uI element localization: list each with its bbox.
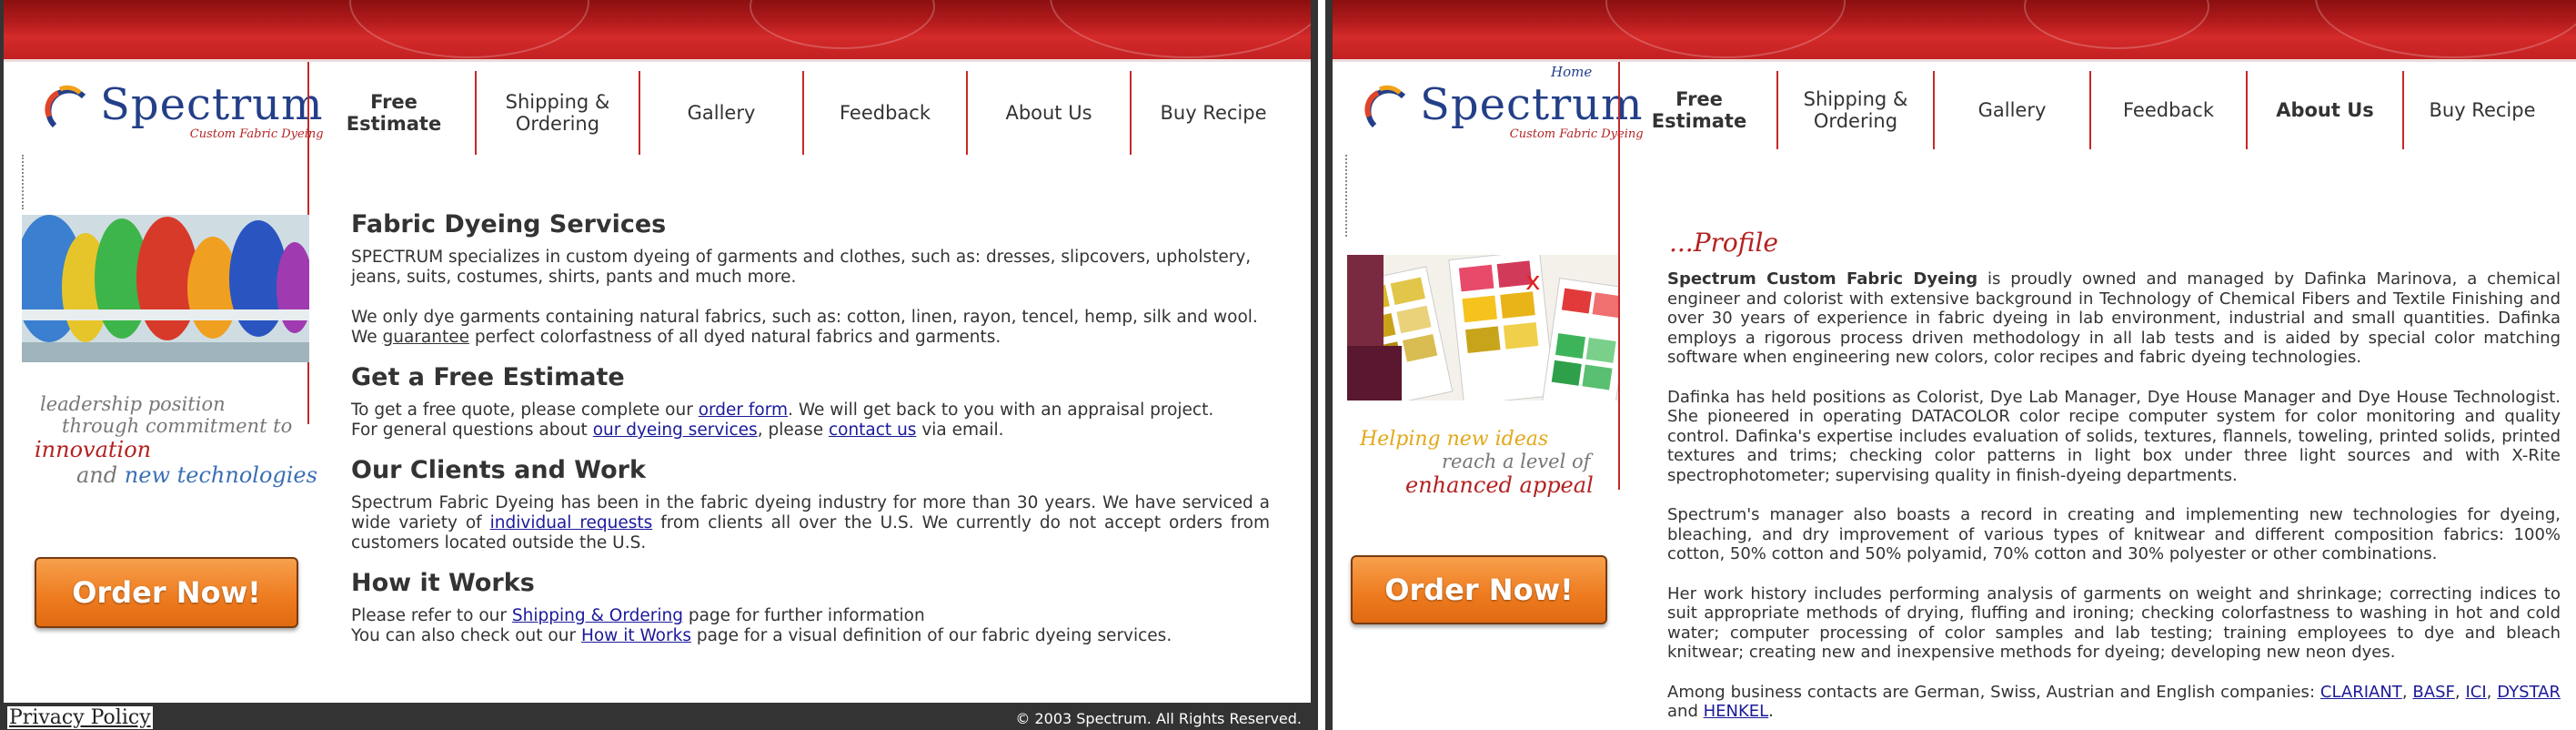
how-l1-post: page for further information bbox=[682, 606, 925, 625]
nav-gallery[interactable]: Gallery bbox=[640, 71, 804, 155]
company-name: Spectrum Custom Fabric Dyeing bbox=[1667, 269, 1978, 289]
estimate-l2-post: via email. bbox=[916, 421, 1004, 440]
slogan-line-2: through commitment to bbox=[62, 415, 293, 437]
order-now-button[interactable]: Order Now! bbox=[1351, 555, 1607, 624]
profile-paragraph-3: Spectrum's manager also boasts a record … bbox=[1667, 505, 2561, 563]
nav-feedback[interactable]: Feedback bbox=[804, 71, 968, 155]
slogan-line-3: enhanced appeal bbox=[1405, 472, 1594, 498]
nav-shipping-ordering[interactable]: Shipping & Ordering bbox=[1778, 71, 1935, 149]
ici-link[interactable]: ICI bbox=[2465, 683, 2486, 702]
slogan-new-technologies: new technologies bbox=[124, 462, 317, 488]
profile-dots: ... bbox=[1669, 228, 1694, 258]
nav-free-estimate[interactable]: Free Estimate bbox=[1622, 71, 1778, 149]
spectrum-swirl-icon bbox=[36, 80, 100, 140]
slogan-line-2: reach a level of bbox=[1442, 451, 1591, 472]
services-p2-pre: We bbox=[351, 328, 383, 347]
dyeing-services-link[interactable]: our dyeing services bbox=[593, 421, 758, 440]
shipping-ordering-link[interactable]: Shipping & Ordering bbox=[512, 606, 683, 625]
main-content: Fabric Dyeing Services SPECTRUM speciali… bbox=[351, 210, 1270, 666]
slogan-line-3: innovation bbox=[35, 437, 152, 462]
main-navigation: Free Estimate Shipping & Ordering Gallery … bbox=[313, 71, 1295, 155]
slogan-right: Helping new ideas reach a level of enhan… bbox=[1360, 428, 1594, 498]
how-heading: How it Works bbox=[351, 569, 535, 597]
dye-bottles-photo bbox=[22, 215, 309, 362]
estimate-l1-post: . We will get back to you with an apprai… bbox=[788, 400, 1214, 420]
spectrum-logo[interactable]: Spectrum Custom Fabric Dyeing bbox=[36, 80, 324, 153]
dystar-link[interactable]: DYSTAR bbox=[2497, 683, 2561, 702]
privacy-policy-link[interactable]: Privacy Policy bbox=[7, 706, 153, 729]
dotted-guide bbox=[22, 155, 24, 209]
nav-feedback[interactable]: Feedback bbox=[2091, 71, 2248, 149]
clients-heading: Our Clients and Work bbox=[351, 456, 646, 484]
header-banner-right bbox=[1333, 0, 2576, 62]
color-swatches-photo: x bbox=[1347, 255, 1618, 400]
how-it-works-link[interactable]: How it Works bbox=[581, 626, 691, 645]
copyright-text: © 2003 Spectrum. All Rights Reserved. bbox=[1015, 710, 1302, 727]
nav-buy-recipe[interactable]: Buy Recipe bbox=[2404, 71, 2561, 149]
profile-paragraph-4: Her work history includes performing ana… bbox=[1667, 583, 2561, 663]
how-paragraph: Please refer to our Shipping & Ordering … bbox=[351, 606, 1270, 646]
how-l2-pre: You can also check out our bbox=[351, 626, 581, 645]
logo-wordmark: Spectrum bbox=[100, 79, 324, 130]
services-heading: Fabric Dyeing Services bbox=[351, 210, 667, 238]
dotted-guide bbox=[1345, 155, 1347, 237]
spectrum-logo-right[interactable]: Spectrum Custom Fabric Dyeing bbox=[1356, 80, 1644, 153]
main-navigation-right: Free Estimate Shipping & Ordering Gallery … bbox=[1622, 71, 2561, 149]
estimate-heading: Get a Free Estimate bbox=[351, 363, 625, 391]
header-banner bbox=[4, 0, 1311, 62]
profile-p5-pre: Among business contacts are German, Swis… bbox=[1667, 682, 2320, 702]
individual-requests-link[interactable]: individual requests bbox=[490, 513, 653, 532]
estimate-l2-mid: , please bbox=[757, 421, 829, 440]
how-l1-pre: Please refer to our bbox=[351, 606, 512, 625]
home-link[interactable]: Home bbox=[1551, 64, 1592, 80]
profile-heading: ...Profile bbox=[1669, 228, 1778, 258]
services-paragraph-2: We only dye garments containing natural … bbox=[351, 308, 1270, 348]
profile-paragraph-2: Dafinka has held positions as Colorist, … bbox=[1667, 387, 2561, 485]
estimate-l2-pre: For general questions about bbox=[351, 421, 593, 440]
slogan-and: and bbox=[76, 462, 118, 488]
logo-tagline: Custom Fabric Dyeing bbox=[189, 127, 324, 141]
logo-wordmark: Spectrum bbox=[1420, 79, 1644, 130]
clariant-link[interactable]: CLARIANT bbox=[2320, 683, 2402, 702]
profile-paragraph-1: Spectrum Custom Fabric Dyeing is proudly… bbox=[1667, 269, 2561, 368]
nav-buy-recipe[interactable]: Buy Recipe bbox=[1132, 71, 1295, 155]
basf-link[interactable]: BASF bbox=[2412, 683, 2454, 702]
svg-text:x: x bbox=[1525, 266, 1541, 296]
left-page-panel: Spectrum Custom Fabric Dyeing Free Estima… bbox=[0, 0, 1318, 730]
spectrum-swirl-icon bbox=[1356, 80, 1420, 140]
slogan-line-4: and new technologies bbox=[76, 462, 317, 488]
nav-shipping-ordering[interactable]: Shipping & Ordering bbox=[477, 71, 640, 155]
profile-paragraph-5: Among business contacts are German, Swis… bbox=[1667, 682, 2561, 722]
order-form-link[interactable]: order form bbox=[699, 400, 788, 420]
services-paragraph-1: SPECTRUM specializes in custom dyeing of… bbox=[351, 248, 1252, 287]
profile-title-text: Profile bbox=[1693, 228, 1778, 258]
contact-us-link[interactable]: contact us bbox=[829, 421, 916, 440]
estimate-l1-pre: To get a free quote, please complete our bbox=[351, 400, 699, 420]
slogan-line-1: leadership position bbox=[40, 393, 226, 415]
right-page-panel: Home Spectrum Custom Fabric Dyeing Free E… bbox=[1325, 0, 2576, 730]
how-l2-post: page for a visual definition of our fabr… bbox=[690, 626, 1172, 645]
order-now-button[interactable]: Order Now! bbox=[35, 557, 298, 628]
left-column-divider bbox=[1618, 62, 1620, 490]
profile-p5-end: . bbox=[1768, 702, 1774, 721]
nav-gallery[interactable]: Gallery bbox=[1935, 71, 2091, 149]
nav-free-estimate[interactable]: Free Estimate bbox=[313, 71, 477, 155]
profile-content: Spectrum Custom Fabric Dyeing is proudly… bbox=[1667, 269, 2561, 730]
guarantee-link[interactable]: guarantee bbox=[382, 328, 469, 347]
slogan: leadership position through commitment t… bbox=[35, 393, 317, 488]
services-p2-post: perfect colorfastness of all dyed natura… bbox=[468, 328, 1001, 347]
services-p2-line-1: We only dye garments containing natural … bbox=[351, 308, 1258, 327]
profile-p5-and: and bbox=[1667, 702, 1704, 721]
clients-paragraph: Spectrum Fabric Dyeing has been in the f… bbox=[351, 493, 1270, 553]
nav-about-us[interactable]: About Us bbox=[2248, 71, 2404, 149]
slogan-line-1: Helping new ideas bbox=[1360, 428, 1549, 451]
estimate-paragraph: To get a free quote, please complete our… bbox=[351, 400, 1270, 441]
henkel-link[interactable]: HENKEL bbox=[1704, 702, 1769, 721]
nav-about-us[interactable]: About Us bbox=[968, 71, 1132, 155]
footer-bar: Privacy Policy © 2003 Spectrum. All Righ… bbox=[4, 703, 1311, 730]
